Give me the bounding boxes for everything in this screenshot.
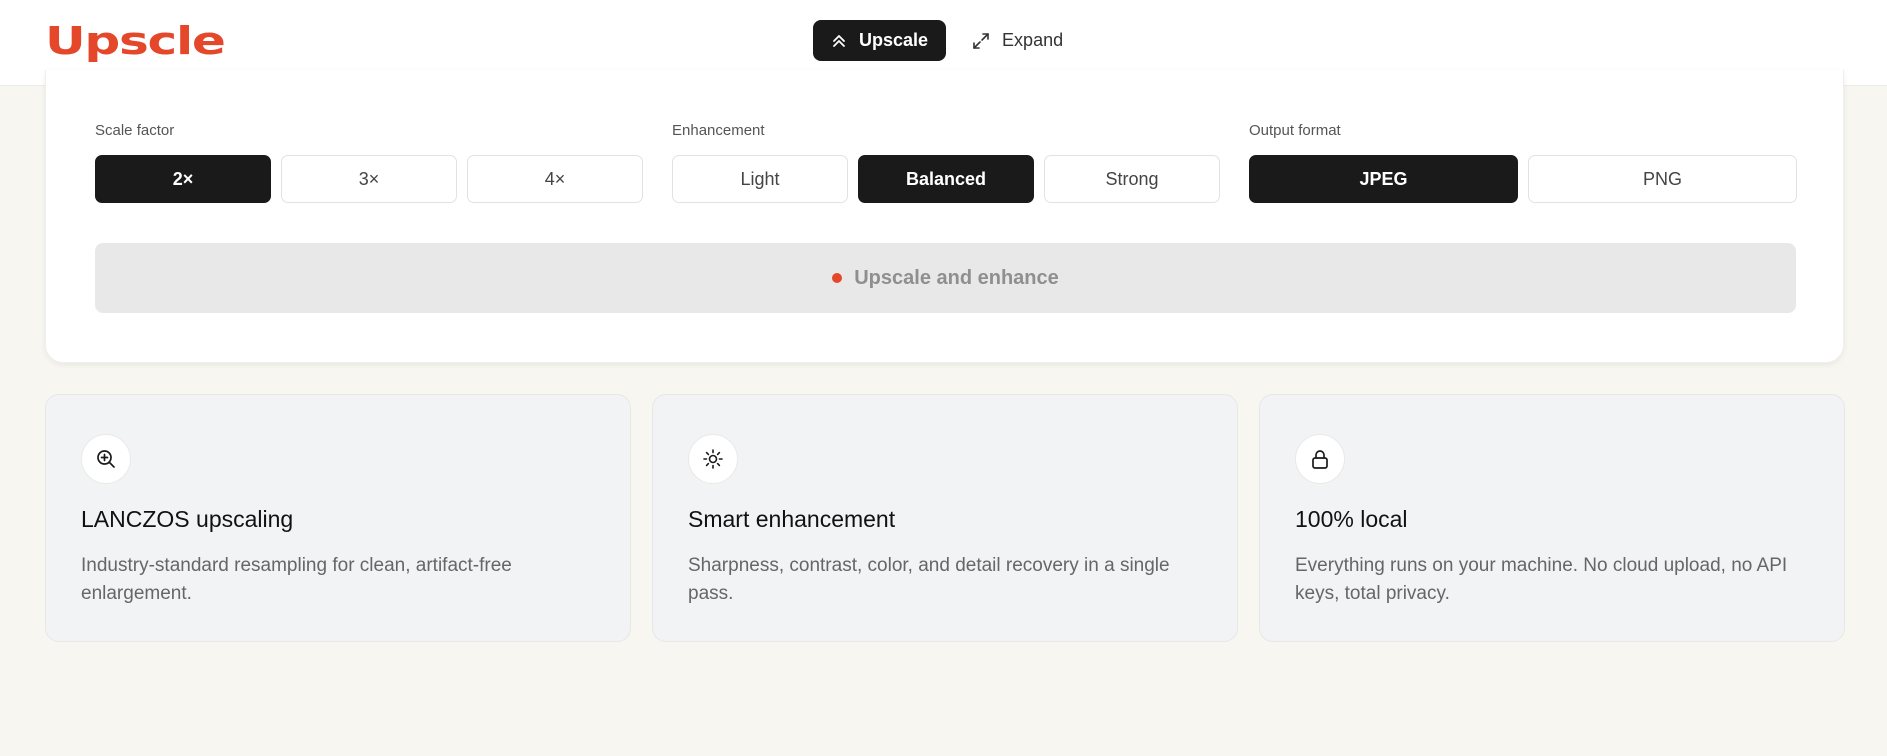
feature-description: Industry-standard resampling for clean, … [81, 555, 512, 604]
feature-list: LANCZOS upscaling Industry-standard resa… [45, 394, 1845, 642]
feature-description: Everything runs on your machine. No clou… [1295, 555, 1788, 604]
upscale-enhance-button[interactable]: Upscale and enhance [95, 243, 1796, 313]
enhancement-option-light[interactable]: Light [672, 155, 848, 203]
scale-factor-group: Scale factor 2× 3× 4× [95, 122, 643, 203]
enhancement-label: Enhancement [672, 122, 765, 139]
settings-panel: Scale factor 2× 3× 4× Enhancement Light … [45, 70, 1844, 363]
enhancement-option-strong[interactable]: Strong [1044, 155, 1220, 203]
zoom-in-icon [81, 434, 131, 484]
format-option-png[interactable]: PNG [1528, 155, 1797, 203]
tab-expand[interactable]: Expand [968, 20, 1067, 61]
output-format-label: Output format [1249, 122, 1341, 139]
scale-option-3x[interactable]: 3× [281, 155, 457, 203]
scale-factor-label: Scale factor [95, 122, 175, 139]
chevrons-up-icon [831, 33, 847, 49]
mode-nav: Upscale Expand [813, 20, 1067, 61]
scale-option-2x[interactable]: 2× [95, 155, 271, 203]
logo[interactable]: Upscle [45, 17, 226, 65]
feature-title: LANCZOS upscaling [81, 506, 294, 532]
tab-upscale[interactable]: Upscale [813, 20, 947, 61]
format-option-jpeg[interactable]: JPEG [1249, 155, 1518, 203]
feature-title: Smart enhancement [688, 506, 896, 532]
feature-card-local: 100% local Everything runs on your machi… [1259, 394, 1845, 642]
lock-icon [1295, 434, 1345, 484]
tab-expand-label: Expand [1002, 30, 1064, 50]
feature-card-smart-enhancement: Smart enhancement Sharpness, contrast, c… [652, 394, 1238, 642]
enhancement-group: Enhancement Light Balanced Strong [672, 122, 1220, 203]
output-format-group: Output format JPEG PNG [1249, 122, 1797, 203]
tab-upscale-label: Upscale [859, 30, 929, 50]
enhancement-option-balanced[interactable]: Balanced [858, 155, 1034, 203]
feature-title: 100% local [1295, 506, 1408, 532]
upscale-enhance-label: Upscale and enhance [854, 266, 1059, 289]
feature-description: Sharpness, contrast, color, and detail r… [688, 555, 1170, 604]
expand-icon [972, 32, 990, 50]
status-dot-icon [832, 273, 843, 283]
feature-card-lanczos: LANCZOS upscaling Industry-standard resa… [45, 394, 631, 642]
sun-icon [688, 434, 738, 484]
scale-option-4x[interactable]: 4× [467, 155, 643, 203]
